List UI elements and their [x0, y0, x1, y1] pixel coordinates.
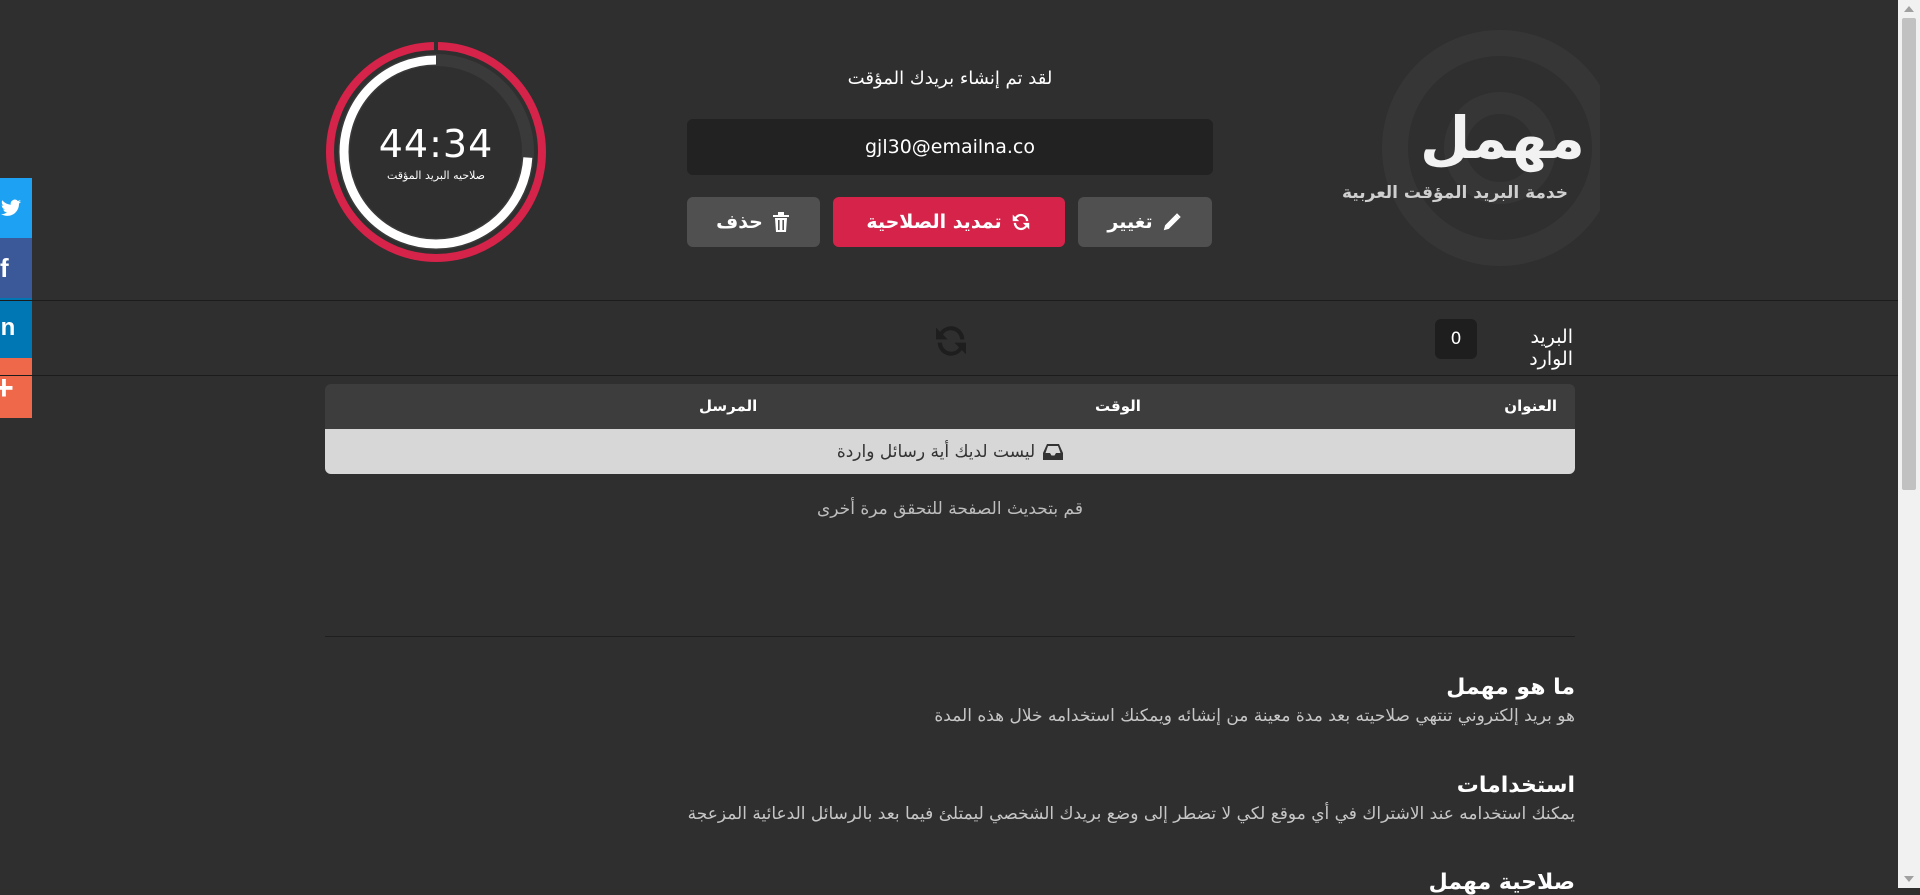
change-email-button[interactable]: تغيير — [1078, 197, 1212, 247]
empty-inbox-row: ليست لديك أية رسائل واردة — [325, 429, 1575, 474]
inbox-bar: البريد الوارد 0 — [0, 300, 1898, 376]
delete-button[interactable]: حذف — [687, 197, 820, 247]
section-text: يمكنك استخدامه عند الاشتراك في أي موقع ل… — [687, 804, 1575, 824]
refresh-icon — [1012, 213, 1029, 231]
change-label: تغيير — [1107, 211, 1153, 233]
extend-label: تمديد الصلاحية — [866, 211, 1002, 233]
scroll-thumb[interactable] — [1902, 18, 1916, 490]
messages-table-header: العنوان الوقت المرسل — [325, 384, 1575, 429]
email-address-field[interactable]: gjl30@emailna.co — [687, 119, 1213, 175]
pencil-icon — [1163, 213, 1181, 231]
inbox-count-badge: 0 — [1435, 319, 1477, 359]
created-message: لقد تم إنشاء بريدك المؤقت — [847, 68, 1053, 89]
extend-validity-button[interactable]: تمديد الصلاحية — [833, 197, 1065, 247]
down-arrow-icon — [1904, 876, 1914, 882]
column-sender: المرسل — [699, 397, 758, 415]
empty-inbox-message: ليست لديك أية رسائل واردة — [836, 441, 1036, 462]
up-arrow-icon — [1904, 6, 1914, 12]
section-title: ما هو مهمل — [1446, 675, 1575, 700]
inbox-tray-icon — [1043, 443, 1064, 460]
section-title: استخدامات — [1456, 773, 1575, 798]
section-what-is: ما هو مهمل هو بريد إلكتروني تنتهي صلاحيت… — [325, 675, 1575, 726]
column-time: الوقت — [1095, 397, 1141, 415]
section-uses: استخدامات يمكنك استخدامه عند الاشتراك في… — [325, 773, 1575, 824]
expiry-timer-gauge: 44:34 صلاحيه البريد المؤقت — [324, 40, 548, 264]
page-scrollbar[interactable] — [1898, 0, 1920, 888]
delete-label: حذف — [716, 211, 763, 233]
inbox-label: البريد الوارد — [1529, 326, 1573, 370]
refresh-hint: قم بتحديث الصفحة للتحقق مرة أخرى — [817, 499, 1083, 519]
header: 44:34 صلاحيه البريد المؤقت لقد تم إنشاء … — [0, 0, 1898, 300]
refresh-inbox-icon[interactable] — [931, 321, 971, 361]
timer-value: 44:34 — [378, 122, 494, 166]
trash-icon — [772, 212, 789, 232]
scroll-up-button[interactable] — [1898, 0, 1920, 18]
section-title: صلاحية مهمل — [1428, 870, 1575, 895]
section-divider — [325, 636, 1575, 637]
scroll-down-button[interactable] — [1898, 870, 1920, 888]
column-subject: العنوان — [1504, 397, 1557, 415]
section-text: هو بريد إلكتروني تنتهي صلاحيته بعد مدة م… — [934, 706, 1575, 726]
site-logo[interactable]: مهمل — [1420, 104, 1585, 172]
timer-label: صلاحيه البريد المؤقت — [386, 169, 486, 182]
section-validity: صلاحية مهمل — [325, 870, 1575, 895]
site-tagline: خدمة البريد المؤقت العربية — [1342, 183, 1568, 203]
